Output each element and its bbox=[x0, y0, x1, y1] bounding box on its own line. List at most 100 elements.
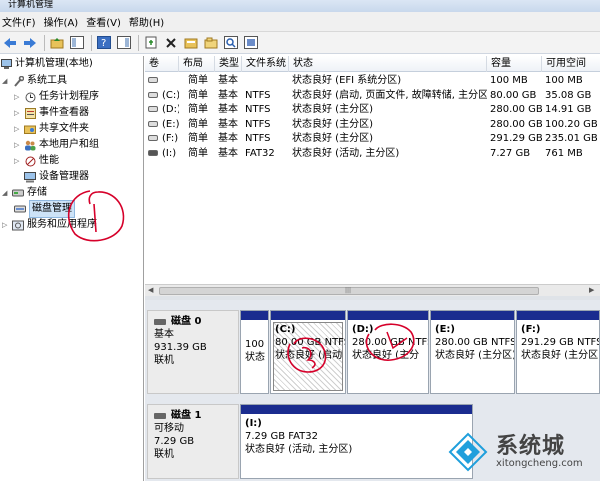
window-title: 计算机管理 bbox=[8, 0, 54, 10]
tools-icon bbox=[12, 75, 24, 87]
menu-view[interactable]: 查看(V) bbox=[84, 14, 127, 29]
tree-item-event-viewer[interactable]: ▷ 事件查看器 bbox=[14, 105, 89, 121]
expand-arrow-icon[interactable]: ▷ bbox=[14, 105, 22, 121]
free-space-cell: 761 MB bbox=[545, 147, 583, 159]
partition-f[interactable]: (F:) 291.29 GB NTFS 状态良好 (主分区 bbox=[516, 310, 600, 394]
disk-1-type: 可移动 bbox=[154, 423, 184, 434]
disk-0-type: 基本 bbox=[154, 329, 174, 340]
tree-item-performance[interactable]: ▷ 性能 bbox=[14, 153, 59, 169]
partition-status: 状态良好 (主分区 bbox=[521, 350, 599, 361]
menu-help[interactable]: 帮助(H) bbox=[127, 14, 170, 29]
tree-item-storage[interactable]: ◢ 存储 bbox=[2, 185, 47, 201]
partition-c[interactable]: (C:) 80.00 GB NTFS 状态良好 (启动 bbox=[270, 310, 346, 394]
up-folder-icon[interactable] bbox=[49, 35, 65, 51]
tree-root[interactable]: 计算机管理(本地) bbox=[0, 56, 93, 72]
expand-arrow-icon[interactable]: ▷ bbox=[14, 153, 22, 169]
column-header-volume[interactable]: 卷 bbox=[145, 56, 179, 72]
column-header-status[interactable]: 状态 bbox=[289, 56, 487, 72]
status-cell: 状态良好 (EFI 系统分区) bbox=[292, 75, 402, 86]
partition-status: 状态良好 (活动, 主分区) bbox=[245, 444, 353, 455]
menu-file[interactable]: 文件(F) bbox=[0, 14, 42, 29]
status-cell: 状态良好 (启动, 页面文件, 故障转储, 主分区) bbox=[292, 89, 487, 101]
column-header-capacity[interactable]: 容量 bbox=[487, 56, 542, 72]
search-icon[interactable] bbox=[223, 35, 239, 51]
table-row[interactable]: (I:) 简单 基本 FAT32 状态良好 (活动, 主分区) 7.27 GB … bbox=[145, 147, 600, 162]
capacity-cell: 7.27 GB bbox=[490, 147, 531, 159]
partition-bar bbox=[241, 405, 472, 414]
forward-icon[interactable] bbox=[22, 35, 38, 51]
free-space-cell: 14.91 GB bbox=[545, 104, 592, 115]
partition-i[interactable]: (I:) 7.29 GB FAT32 状态良好 (活动, 主分区) bbox=[240, 404, 473, 479]
properties-icon[interactable] bbox=[183, 35, 199, 51]
computer-icon bbox=[0, 58, 12, 70]
tree-item-local-users[interactable]: ▷ 本地用户和组 bbox=[14, 137, 99, 153]
scroll-right-icon[interactable]: ▶ bbox=[589, 286, 594, 294]
column-header-free-space[interactable]: 可用空间 bbox=[542, 56, 600, 72]
expand-arrow-icon[interactable]: ▷ bbox=[14, 89, 22, 105]
table-row[interactable]: (C:) 简单 基本 NTFS 状态良好 (启动, 页面文件, 故障转储, 主分… bbox=[145, 89, 600, 104]
status-cell: 状态良好 (主分区) bbox=[292, 133, 373, 144]
filesystem-cell: NTFS bbox=[245, 133, 271, 144]
horizontal-scrollbar[interactable]: ◀ ||| ▶ bbox=[145, 284, 600, 296]
expand-arrow-icon[interactable]: ▷ bbox=[14, 121, 22, 137]
collapse-arrow-icon[interactable]: ◢ bbox=[2, 73, 10, 89]
tree-item-label: 磁盘管理 bbox=[29, 200, 75, 218]
open-icon[interactable] bbox=[203, 35, 219, 51]
table-row[interactable]: 简单 基本 状态良好 (EFI 系统分区) 100 MB 100 MB bbox=[145, 74, 600, 89]
disk-1-size: 7.29 GB bbox=[154, 436, 195, 447]
delete-icon[interactable] bbox=[163, 35, 179, 51]
help-icon[interactable]: ? bbox=[96, 35, 112, 51]
volume-cell: (E:) bbox=[145, 118, 179, 132]
tree-item-disk-management[interactable]: 磁盘管理 bbox=[14, 200, 75, 218]
free-space-cell: 100.20 GB bbox=[545, 118, 598, 130]
filesystem-cell bbox=[242, 74, 289, 88]
column-header-filesystem[interactable]: 文件系统 bbox=[242, 56, 289, 72]
back-icon[interactable] bbox=[2, 35, 18, 51]
filesystem-cell: NTFS bbox=[245, 104, 271, 115]
capacity-cell: 100 MB bbox=[490, 75, 528, 86]
menu-action[interactable]: 操作(A) bbox=[42, 14, 85, 29]
tree-item-device-manager[interactable]: 设备管理器 bbox=[24, 169, 89, 185]
main-pane: 卷 布局 类型 文件系统 状态 容量 可用空间 简单 基本 状态良好 (EFI … bbox=[145, 56, 600, 481]
tree-item-label: 本地用户和组 bbox=[39, 139, 99, 150]
tree-item-system-tools[interactable]: ◢ 系统工具 bbox=[2, 73, 67, 89]
export-icon[interactable] bbox=[243, 35, 259, 51]
scroll-left-icon[interactable]: ◀ bbox=[148, 286, 153, 294]
partition-size: 80.00 GB NTFS bbox=[275, 337, 346, 348]
show-tree-icon[interactable] bbox=[69, 35, 85, 51]
partition-label: (E:) bbox=[435, 324, 455, 335]
partition-bar bbox=[431, 311, 514, 320]
partition-label: (D:) bbox=[352, 324, 374, 335]
disk-0-info[interactable]: 磁盘 0 基本 931.39 GB 联机 bbox=[147, 310, 239, 394]
partition-status: 状态良好 (主分区) bbox=[435, 350, 515, 361]
tree-item-services-apps[interactable]: ▷ 服务和应用程序 bbox=[2, 217, 97, 233]
volume-cell: (F:) bbox=[145, 132, 179, 146]
partition-e[interactable]: (E:) 280.00 GB NTFS 状态良好 (主分区) bbox=[430, 310, 515, 394]
partition-d[interactable]: (D:) 280.00 GB NTFS 状态良好 (主分 bbox=[347, 310, 429, 394]
disk-0-status: 联机 bbox=[154, 355, 174, 366]
performance-icon bbox=[24, 155, 36, 167]
tree-item-shared-folders[interactable]: ▷ 共享文件夹 bbox=[14, 121, 89, 137]
type-cell: 基本 bbox=[218, 147, 238, 159]
tree-item-label: 共享文件夹 bbox=[39, 123, 89, 134]
connect-icon[interactable] bbox=[143, 35, 159, 51]
table-row[interactable]: (D:) 简单 基本 NTFS 状态良好 (主分区) 280.00 GB 14.… bbox=[145, 103, 600, 118]
expand-arrow-icon[interactable]: ▷ bbox=[14, 137, 22, 153]
storage-icon bbox=[12, 187, 24, 199]
disk-1-info[interactable]: 磁盘 1 可移动 7.29 GB 联机 bbox=[147, 404, 239, 479]
column-header-type[interactable]: 类型 bbox=[215, 56, 242, 72]
column-header-layout[interactable]: 布局 bbox=[179, 56, 215, 72]
type-cell: 基本 bbox=[218, 89, 238, 101]
volume-cell: (D:) bbox=[145, 103, 179, 117]
expand-arrow-icon[interactable]: ▷ bbox=[2, 217, 10, 233]
tree-item-task-scheduler[interactable]: ▷ 任务计划程序 bbox=[14, 89, 99, 105]
table-row[interactable]: (F:) 简单 基本 NTFS 状态良好 (主分区) 291.29 GB 235… bbox=[145, 132, 600, 147]
disk-1-status: 联机 bbox=[154, 449, 174, 460]
help-pane-icon[interactable] bbox=[116, 35, 132, 51]
layout-cell: 简单 bbox=[188, 89, 208, 101]
table-row[interactable]: (E:) 简单 基本 NTFS 状态良好 (主分区) 280.00 GB 100… bbox=[145, 118, 600, 133]
layout-cell: 简单 bbox=[188, 104, 208, 115]
partition-efi[interactable]: 100 状态 bbox=[240, 310, 269, 394]
partition-size: 280.00 GB NTFS bbox=[435, 337, 515, 348]
collapse-arrow-icon[interactable]: ◢ bbox=[2, 185, 10, 201]
